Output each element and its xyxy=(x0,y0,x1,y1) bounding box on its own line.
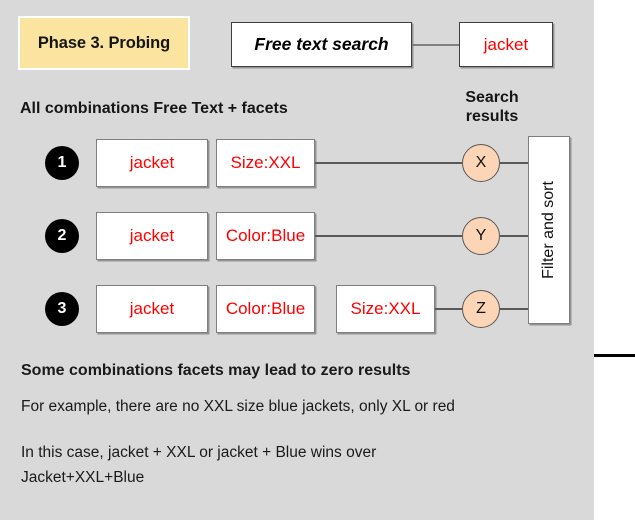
phase-banner-label: Phase 3. Probing xyxy=(37,33,171,52)
row1-result-label: X xyxy=(475,154,487,171)
row1-facet-box-1[interactable]: jacket xyxy=(96,139,208,187)
search-results-heading-line1: Search xyxy=(465,89,519,106)
free-text-value: jacket xyxy=(483,34,529,54)
row2-result-label: Y xyxy=(475,227,487,244)
phase-banner: Phase 3. Probing xyxy=(18,16,190,70)
row2-facet-label-2: Color:Blue xyxy=(225,226,306,245)
free-text-connector xyxy=(412,44,459,46)
row1-result-circle[interactable]: X xyxy=(462,144,500,182)
filter-and-sort-panel[interactable]: Filter and sort xyxy=(528,136,570,324)
row2-result-circle[interactable]: Y xyxy=(462,217,500,255)
row-marker-1: 1 xyxy=(45,146,79,180)
row2-connector-left xyxy=(315,235,462,237)
row2-facet-box-1[interactable]: jacket xyxy=(96,212,208,260)
row-marker-label: 1 xyxy=(57,154,67,171)
row3-facet-box-1[interactable]: jacket xyxy=(96,285,208,333)
row2-facet-box-2[interactable]: Color:Blue xyxy=(216,212,315,260)
row-marker-2: 2 xyxy=(45,219,79,253)
row3-result-circle[interactable]: Z xyxy=(462,290,500,328)
note-example: For example, there are no XXL size blue … xyxy=(21,398,455,415)
row-marker-3: 3 xyxy=(45,292,79,326)
filter-and-sort-label: Filter and sort xyxy=(540,181,557,279)
combinations-heading: All combinations Free Text + facets xyxy=(20,100,288,117)
row1-connector-right xyxy=(500,162,529,164)
free-text-value-box[interactable]: jacket xyxy=(459,22,553,67)
free-text-search-label: Free text search xyxy=(254,34,389,54)
row3-result-label: Z xyxy=(476,300,486,317)
row-marker-label: 3 xyxy=(57,300,67,317)
row2-connector-right xyxy=(500,235,529,237)
row2-facet-label-1: jacket xyxy=(129,226,175,245)
note-resolution: In this case, jacket + XXL or jacket + B… xyxy=(21,444,377,486)
free-text-search-box[interactable]: Free text search xyxy=(231,22,412,67)
slide-canvas: Phase 3. Probing Free text search jacket… xyxy=(0,0,635,520)
row1-connector-left xyxy=(315,162,462,164)
row3-facet-label-2: Color:Blue xyxy=(225,299,306,318)
row-marker-label: 2 xyxy=(57,227,67,244)
row1-facet-box-2[interactable]: Size:XXL xyxy=(216,139,315,187)
row1-facet-label-2: Size:XXL xyxy=(230,153,301,172)
note-zero-results: Some combinations facets may lead to zer… xyxy=(21,362,411,379)
row3-facet-box-3[interactable]: Size:XXL xyxy=(336,285,435,333)
row3-connector-right xyxy=(500,308,529,310)
row3-facet-box-2[interactable]: Color:Blue xyxy=(216,285,315,333)
row1-facet-label-1: jacket xyxy=(129,153,175,172)
row3-connector-left xyxy=(435,308,462,310)
search-results-heading-line2: results xyxy=(465,108,519,125)
right-edge-rule xyxy=(594,354,635,357)
row3-facet-label-3: Size:XXL xyxy=(350,299,421,318)
row3-facet-label-1: jacket xyxy=(129,299,175,318)
search-results-heading: Search results xyxy=(452,88,532,126)
